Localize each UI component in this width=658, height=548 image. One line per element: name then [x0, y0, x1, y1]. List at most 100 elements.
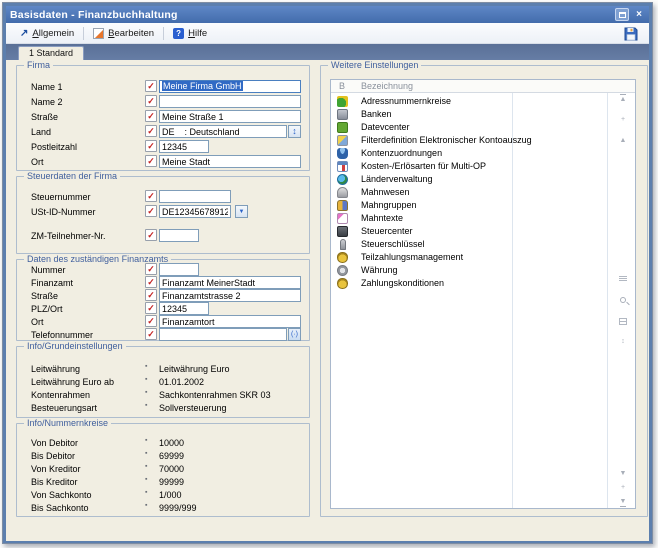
required-check-icon: ✓: [145, 95, 157, 107]
menu-bearbeiten[interactable]: Bearbeiten: [87, 26, 160, 41]
field-label: Name 1: [31, 82, 63, 92]
bullet-icon: ▪: [145, 402, 147, 409]
scroll-to-top-button[interactable]: ▲: [609, 94, 637, 103]
info-label: Bis Debitor: [31, 451, 75, 461]
list-item[interactable]: Währung: [331, 264, 604, 276]
land-value: DE : Deutschland: [162, 127, 240, 137]
tax-keys-icon: [340, 239, 346, 250]
group-steuerdaten-title: Steuerdaten der Firma: [24, 171, 120, 181]
required-check-icon: ✓: [145, 328, 157, 340]
scroll-add-button[interactable]: +: [609, 116, 637, 123]
scroll-down-button[interactable]: ▼: [609, 470, 637, 477]
zm-teilnehmer-input[interactable]: [159, 229, 199, 242]
list-item[interactable]: Adressnummernkreise: [331, 95, 604, 107]
phone-dial-button[interactable]: (·): [288, 328, 301, 341]
scroll-to-top-icon: ▲: [620, 94, 627, 103]
required-check-icon: ✓: [145, 155, 157, 167]
scroll-add-button[interactable]: +: [609, 484, 637, 491]
strasse-input[interactable]: [159, 110, 301, 123]
bullet-icon: ▪: [145, 450, 147, 457]
bullet-icon: ▪: [145, 389, 147, 396]
ustid-dropdown-button[interactable]: ▼: [235, 205, 248, 218]
info-value: 9999/999: [159, 503, 197, 513]
land-spin-button[interactable]: ↕: [288, 125, 301, 138]
restore-window-button[interactable]: [615, 8, 629, 21]
countries-icon: [337, 174, 348, 185]
list-item[interactable]: Steuercenter: [331, 225, 604, 237]
settings-list[interactable]: B Bezeichnung Adressnummernkreise Banken…: [330, 79, 636, 509]
field-label: Name 2: [31, 97, 63, 107]
datev-center-icon: [337, 122, 348, 133]
info-label: Leitwährung: [31, 364, 80, 374]
required-check-icon: ✓: [145, 140, 157, 152]
tab-standard[interactable]: 1 Standard: [18, 46, 84, 60]
sort-button[interactable]: ↕: [609, 338, 637, 345]
list-item[interactable]: Kontenzuordnungen: [331, 147, 604, 159]
field-label: Finanzamt: [31, 278, 73, 288]
name1-input[interactable]: Meine Firma GmbH: [159, 80, 301, 93]
list-header: B Bezeichnung: [331, 80, 635, 93]
list-item[interactable]: Teilzahlungsmanagement: [331, 251, 604, 263]
land-combobox[interactable]: DE : Deutschland: [159, 125, 287, 138]
save-button[interactable]: [622, 26, 639, 42]
info-label: Von Debitor: [31, 438, 78, 448]
dunning-icon: [337, 187, 348, 198]
required-check-icon: ✓: [145, 110, 157, 122]
required-check-icon: ✓: [145, 125, 157, 137]
info-label: Bis Kreditor: [31, 477, 78, 487]
save-disk-icon: [624, 27, 638, 41]
list-item[interactable]: Länderverwaltung: [331, 173, 604, 185]
list-item[interactable]: Mahntexte: [331, 212, 604, 224]
list-item[interactable]: Zahlungskonditionen: [331, 277, 604, 289]
dunning-groups-icon: [337, 200, 348, 211]
bullet-icon: ▪: [145, 476, 147, 483]
name2-input[interactable]: [159, 95, 301, 108]
restore-icon: [619, 12, 626, 18]
group-weitere-einstellungen: Weitere Einstellungen B Bezeichnung Adre…: [320, 65, 648, 517]
info-value: 69999: [159, 451, 184, 461]
window-frame: Basisdaten - Finanzbuchhaltung × ↗ Allge…: [3, 3, 652, 543]
field-label: PLZ/Ort: [31, 304, 63, 314]
column-divider: [607, 80, 608, 508]
telefonnummer-input[interactable]: [159, 328, 287, 341]
field-label: Straße: [31, 291, 58, 301]
menu-allgemein[interactable]: ↗ Allgemein: [14, 26, 80, 41]
ort-input[interactable]: [159, 155, 301, 168]
menu-bearbeiten-label: Bearbeiten: [108, 28, 154, 39]
required-check-icon: ✓: [145, 289, 157, 301]
finanzamt-name-input[interactable]: [159, 276, 301, 289]
list-item[interactable]: Filterdefinition Elektronischer Kontoaus…: [331, 134, 604, 146]
selected-text: Meine Firma GmbH: [162, 81, 243, 91]
finanzamt-nummer-input[interactable]: [159, 263, 199, 276]
list-item[interactable]: Steuerschlüssel: [331, 238, 604, 250]
finanzamt-strasse-input[interactable]: [159, 289, 301, 302]
steuernummer-input[interactable]: [159, 190, 231, 203]
required-check-icon: ✓: [145, 276, 157, 288]
list-item[interactable]: Datevcenter: [331, 121, 604, 133]
column-header-b: B: [339, 81, 345, 91]
panel-button[interactable]: [609, 318, 637, 325]
list-item[interactable]: Kosten-/Erlösarten für Multi-OP: [331, 160, 604, 172]
scroll-to-bottom-button[interactable]: ▼: [609, 498, 637, 507]
info-label: Von Kreditor: [31, 464, 81, 474]
search-icon: [620, 297, 626, 303]
menu-bar: ↗ Allgemein Bearbeiten ? Hilfe: [6, 23, 649, 44]
list-item[interactable]: Mahngruppen: [331, 199, 604, 211]
panel-icon: [619, 318, 627, 325]
menu-hilfe[interactable]: ? Hilfe: [167, 26, 213, 41]
info-value: 10000: [159, 438, 184, 448]
search-button[interactable]: [609, 297, 637, 303]
finanzamt-ort-input[interactable]: [159, 315, 301, 328]
grip-handle[interactable]: [609, 276, 637, 281]
list-item[interactable]: Banken: [331, 108, 604, 120]
list-item[interactable]: Mahnwesen: [331, 186, 604, 198]
help-question-icon: ?: [173, 28, 184, 39]
group-steuerdaten: Steuerdaten der Firma Steuernummer ✓ USt…: [16, 176, 310, 254]
scroll-up-button[interactable]: ▲: [609, 137, 637, 144]
finanzamt-plz-input[interactable]: [159, 302, 209, 315]
postleitzahl-input[interactable]: [159, 140, 209, 153]
close-window-button[interactable]: ×: [632, 8, 646, 21]
required-check-icon: ✓: [145, 263, 157, 275]
tax-center-icon: [337, 226, 348, 237]
ustid-input[interactable]: [159, 205, 231, 218]
